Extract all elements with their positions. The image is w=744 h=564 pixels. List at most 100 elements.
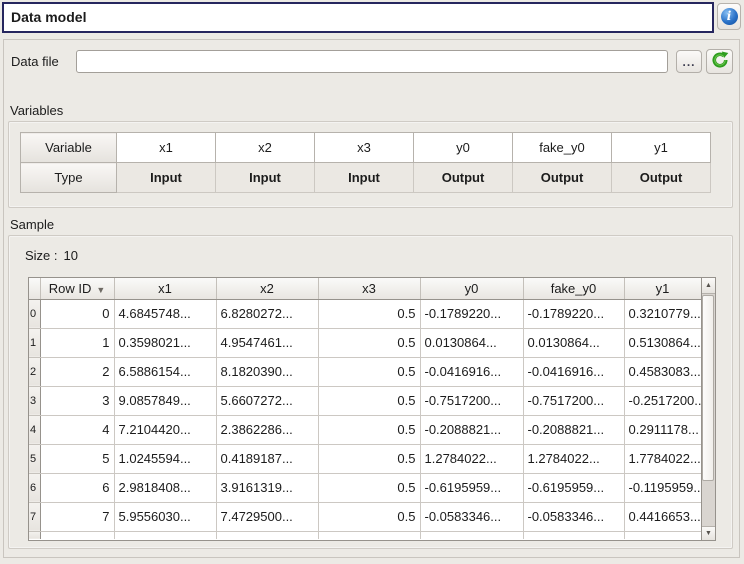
sample-cell[interactable]: 2.3862286... [216,415,318,444]
sample-cell[interactable]: 0.5 [318,357,420,386]
sample-cell[interactable]: 1.2784022... [523,444,624,473]
sample-cell[interactable]: 0.5 [318,473,420,502]
sample-cell[interactable]: 0.5130864... [624,328,701,357]
sample-cell[interactable]: 1.0245594... [114,444,216,473]
sample-cell[interactable]: 0.4189187... [216,444,318,473]
sample-cell[interactable]: -0.2088821... [420,415,523,444]
variables-row-header[interactable]: Variable [21,133,117,163]
sample-cell[interactable]: 0.3210779... [624,299,701,328]
sample-cell[interactable]: 2.9818408... [114,473,216,502]
variable-name-cell[interactable]: y1 [612,133,711,163]
sample-column-header[interactable]: y1 [624,278,701,299]
sample-cell[interactable]: 0 [40,299,114,328]
sample-column-header[interactable]: x1 [114,278,216,299]
sample-cell[interactable]: 5.9556030... [114,502,216,531]
sample-cell[interactable]: -0.2517200... [624,386,701,415]
row-header[interactable]: 2 [29,357,40,386]
variable-name-cell[interactable]: fake_y0 [513,133,612,163]
sample-cell[interactable]: 0.5 [318,386,420,415]
sample-cell[interactable]: 3 [40,386,114,415]
sample-cell[interactable]: 6.5886154... [114,357,216,386]
sample-cell[interactable]: 3.9161319... [216,473,318,502]
sample-cell[interactable]: -0.1195959... [624,473,701,502]
sample-cell[interactable] [114,531,216,539]
sample-cell[interactable]: 0.3598021... [114,328,216,357]
sample-cell[interactable]: -0.6195959... [420,473,523,502]
row-header[interactable]: 5 [29,444,40,473]
row-header[interactable]: 1 [29,328,40,357]
row-header[interactable]: 0 [29,299,40,328]
sample-cell[interactable]: -0.1789220... [523,299,624,328]
variable-name-cell[interactable]: x3 [315,133,414,163]
sample-cell[interactable] [40,531,114,539]
sample-cell[interactable]: 4.6845748... [114,299,216,328]
sample-cell[interactable]: 1.2784022... [420,444,523,473]
sample-cell[interactable]: 5 [40,444,114,473]
row-header[interactable]: 7 [29,502,40,531]
sample-cell[interactable] [523,531,624,539]
variables-row-header[interactable]: Type [21,163,117,193]
sample-cell[interactable]: -0.6195959... [523,473,624,502]
sample-cell[interactable]: -0.0416916... [420,357,523,386]
sample-corner-header[interactable] [29,278,40,299]
sample-column-header[interactable]: Row ID▼ [40,278,114,299]
sample-cell[interactable]: 0.2911178... [624,415,701,444]
sample-cell[interactable]: 0.4583083... [624,357,701,386]
scroll-up-button[interactable]: ▲ [702,278,715,294]
vertical-scrollbar[interactable]: ▲ ▼ [701,278,715,540]
scrollbar-thumb[interactable] [702,295,714,481]
variable-type-cell[interactable]: Input [216,163,315,193]
sample-cell[interactable]: 0.5 [318,502,420,531]
browse-button[interactable]: ... [676,50,702,73]
sample-cell[interactable]: 0.0130864... [523,328,624,357]
sample-cell[interactable]: -0.2088821... [523,415,624,444]
sample-cell[interactable]: 8.1820390... [216,357,318,386]
sample-cell[interactable]: 9.0857849... [114,386,216,415]
sample-cell[interactable] [624,531,701,539]
sample-cell[interactable]: -0.7517200... [420,386,523,415]
sample-cell[interactable]: 1 [40,328,114,357]
variable-name-cell[interactable]: y0 [414,133,513,163]
variable-name-cell[interactable]: x2 [216,133,315,163]
sample-cell[interactable]: 0.5 [318,299,420,328]
sample-cell[interactable] [318,531,420,539]
row-header[interactable]: 6 [29,473,40,502]
sample-cell[interactable]: 0.5 [318,328,420,357]
variable-name-cell[interactable]: x1 [117,133,216,163]
variable-type-cell[interactable]: Input [117,163,216,193]
sample-cell[interactable]: 6 [40,473,114,502]
sample-column-header[interactable]: x3 [318,278,420,299]
sample-column-header[interactable]: y0 [420,278,523,299]
scroll-down-button[interactable]: ▼ [702,526,715,540]
sample-cell[interactable] [420,531,523,539]
sample-cell[interactable] [216,531,318,539]
sample-column-header[interactable]: fake_y0 [523,278,624,299]
row-header[interactable] [29,531,40,539]
info-button[interactable]: i [717,3,741,30]
sample-cell[interactable]: 6.8280272... [216,299,318,328]
sample-cell[interactable]: -0.7517200... [523,386,624,415]
sample-cell[interactable]: 0.5 [318,444,420,473]
row-header[interactable]: 3 [29,386,40,415]
row-header[interactable]: 4 [29,415,40,444]
data-file-input[interactable] [76,50,668,73]
sample-cell[interactable]: -0.0583346... [523,502,624,531]
sample-cell[interactable]: 7 [40,502,114,531]
sample-cell[interactable]: 5.6607272... [216,386,318,415]
sample-column-header[interactable]: x2 [216,278,318,299]
refresh-button[interactable] [706,49,733,74]
sample-cell[interactable]: -0.1789220... [420,299,523,328]
variable-type-cell[interactable]: Output [513,163,612,193]
sample-cell[interactable]: 2 [40,357,114,386]
variable-type-cell[interactable]: Output [612,163,711,193]
variable-type-cell[interactable]: Input [315,163,414,193]
sample-cell[interactable]: 0.0130864... [420,328,523,357]
sample-cell[interactable]: -0.0416916... [523,357,624,386]
sample-cell[interactable]: 0.4416653... [624,502,701,531]
sample-cell[interactable]: 0.5 [318,415,420,444]
variable-type-cell[interactable]: Output [414,163,513,193]
sample-cell[interactable]: 7.2104420... [114,415,216,444]
sample-cell[interactable]: 7.4729500... [216,502,318,531]
sample-cell[interactable]: -0.0583346... [420,502,523,531]
sample-cell[interactable]: 4 [40,415,114,444]
